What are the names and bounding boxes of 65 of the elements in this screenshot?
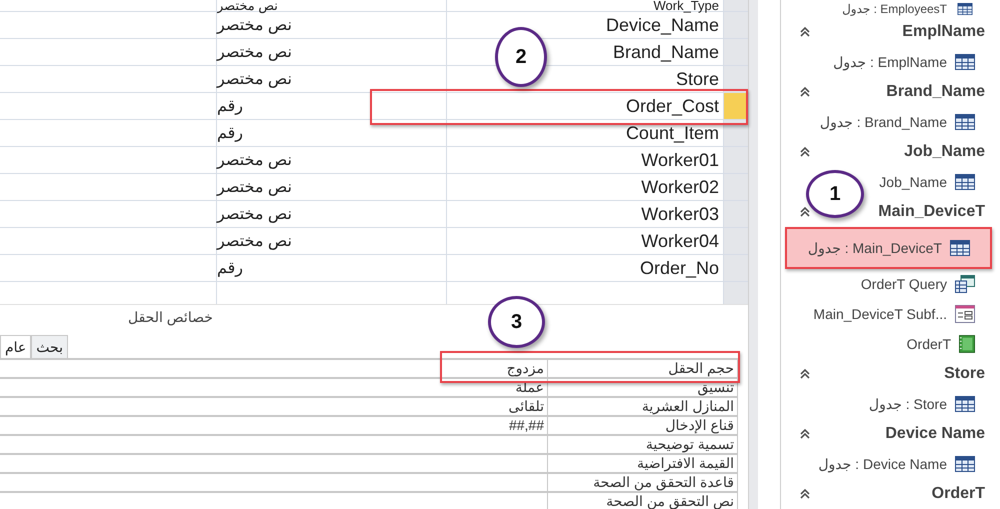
group-header[interactable]: Job_Name: [781, 137, 1000, 167]
navigation-item[interactable]: Main_DeviceT Subf...: [813, 299, 1000, 329]
table-icon: [955, 2, 975, 14]
data-type-cell: نص مختصر: [217, 201, 447, 227]
collapse-icon: [799, 146, 812, 158]
property-value: تلقائى: [508, 398, 544, 414]
table-icon: [955, 174, 975, 190]
property-label: القيمة الافتراضية: [637, 455, 734, 471]
group-header[interactable]: Store: [781, 359, 1000, 389]
data-type-cell: رقم: [217, 93, 447, 119]
property-label: المنازل العشرية: [642, 398, 734, 414]
collapse-icon: [799, 488, 812, 500]
callout-number: 2: [495, 27, 547, 87]
table-icon: [955, 54, 975, 70]
table-icon: [955, 456, 975, 472]
property-value: عملة: [515, 379, 544, 395]
navigation-item[interactable]: جدول : Brand_Name: [820, 107, 1000, 137]
data-type-cell: نص مختصر: [217, 147, 447, 173]
navigation-item[interactable]: جدول : Device Name: [818, 449, 1000, 479]
property-label: قناع الإدخال: [665, 417, 734, 433]
data-type-cell: نص مختصر: [217, 39, 447, 65]
navigation-item[interactable]: جدول : EmplName: [833, 47, 1000, 77]
row-selector[interactable]: [724, 93, 748, 119]
row-selector[interactable]: [724, 120, 748, 146]
collapse-icon: [799, 206, 812, 218]
property-label: حجم الحقل: [668, 360, 734, 376]
query-icon: [955, 275, 975, 293]
navigation-item[interactable]: OrderT Query: [860, 269, 1000, 299]
report-icon: [959, 334, 975, 354]
form-icon: [955, 305, 975, 323]
collapse-icon: [799, 26, 812, 38]
callout-number: 3: [488, 296, 545, 348]
navigation-item[interactable]: جدول : Store: [868, 389, 1000, 419]
navigation-item[interactable]: جدول : Main_DeviceT: [785, 227, 992, 269]
navigation-item[interactable]: Job_Name: [879, 167, 1000, 197]
group-header[interactable]: Device Name: [781, 419, 1000, 449]
group-header[interactable]: Brand_Name: [781, 77, 1000, 107]
collapse-icon: [799, 428, 812, 440]
data-type-cell: رقم: [217, 255, 447, 281]
callout-number: 1: [806, 170, 864, 218]
data-type-cell: نص مختصر: [217, 66, 447, 92]
collapse-icon: [799, 86, 812, 98]
tab[interactable]: عام: [0, 335, 32, 358]
row-selector[interactable]: [724, 66, 748, 92]
property-value: مزدوج: [506, 360, 544, 376]
property-label: قاعدة التحقق من الصحة: [593, 474, 734, 490]
table-icon: [950, 240, 970, 256]
collapse-icon: [799, 368, 812, 380]
group-header[interactable]: EmplName: [781, 17, 1000, 47]
pane-splitter[interactable]: [748, 0, 758, 509]
property-label: تنسيق: [697, 379, 734, 395]
data-type-cell: نص مختصر: [217, 174, 447, 200]
data-type-cell: نص مختصر: [217, 0, 447, 11]
table-icon: [955, 114, 975, 130]
group-header[interactable]: OrderT: [781, 479, 1000, 509]
property-value: ##,##: [508, 417, 544, 433]
section-title: خصائص الحقل: [128, 309, 213, 328]
data-type-cell: نص مختصر: [217, 228, 447, 254]
navigation-item[interactable]: جدول : EmployeesT: [842, 0, 1000, 17]
property-label: تسمية توضيحية: [646, 436, 734, 452]
table-icon: [955, 396, 975, 412]
data-type-cell: نص مختصر: [217, 12, 447, 38]
navigation-item[interactable]: OrderT: [906, 329, 1000, 359]
data-type-cell: رقم: [217, 120, 447, 146]
tab[interactable]: بحث: [31, 335, 68, 358]
